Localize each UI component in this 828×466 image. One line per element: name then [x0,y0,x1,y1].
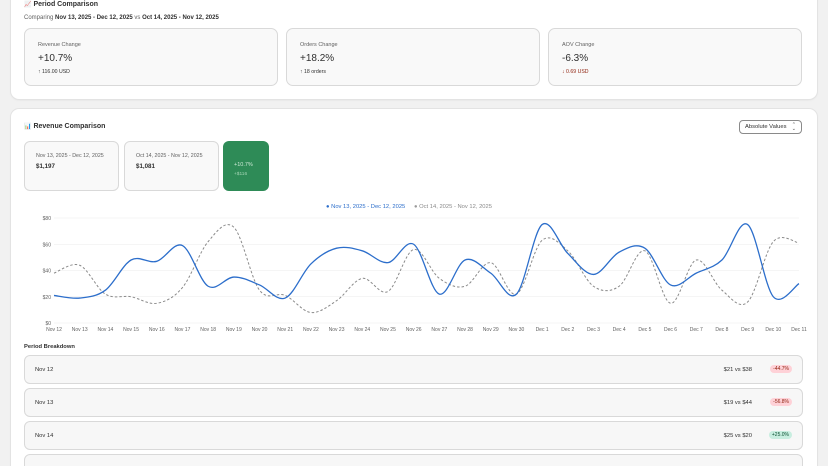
comparison-subtitle: Comparing Nov 13, 2025 - Dec 12, 2025 vs… [24,15,219,21]
x-tick-label: Dec 7 [690,327,703,333]
x-tick-label: Nov 15 [123,327,139,333]
metric-label: Orders Change [300,42,338,48]
metric-detail: ↑ 116.00 USD [38,69,70,75]
x-tick-label: Nov 25 [380,327,396,333]
x-tick-label: Nov 27 [431,327,447,333]
change-badge: -56.8% [770,398,792,406]
y-tick-label: $80 [43,216,52,222]
x-tick-label: Nov 28 [457,327,473,333]
arrow-up-icon: ↑ [300,69,303,75]
x-tick-label: Dec 9 [741,327,754,333]
metric-detail: ↑ 18 orders [300,69,326,75]
x-tick-label: Nov 14 [97,327,113,333]
series-line-current [53,222,800,300]
revenue-line-chart: $0$20$40$60$80Nov 12 Nov 13 Nov 14 Nov 15 No… [43,216,807,333]
x-tick-label: Dec 4 [613,327,626,333]
x-tick-label: Dec 11 [791,327,807,333]
metric-value: +10.7% [38,53,73,64]
chart-increasing-icon: 📈 [24,2,32,8]
revenue-comparison-card: 📊 Revenue Comparison Absolute Values ⌃ ⌄ … [11,109,817,466]
y-tick-label: $40 [43,269,52,275]
x-tick-label: Nov 17 [175,327,191,333]
breakdown-row[interactable]: Nov 13 $19 vs $44 -56.8% [24,388,803,417]
metric-value: -6.3% [562,53,589,64]
x-tick-label: Nov 29 [483,327,499,333]
x-tick-label: Nov 23 [329,327,345,333]
breakdown-row[interactable]: Nov 14 $25 vs $20 +25.0% [24,421,803,450]
arrow-down-icon: ↓ [562,69,565,75]
x-tick-label: Nov 24 [354,327,370,333]
x-tick-label: Dec 10 [765,327,781,333]
period-comparison-card: 📈 Period Comparison Comparing Nov 13, 20… [11,0,817,99]
x-tick-label: Dec 8 [715,327,728,333]
revenue-change-card: Revenue Change +10.7% ↑ 116.00 USD [24,28,278,86]
breakdown-row[interactable]: Nov 12 $21 vs $38 -44.7% [24,355,803,384]
x-tick-label: Nov 20 [252,327,268,333]
period-comparison-title: 📈 Period Comparison [24,1,99,8]
x-tick-label: Dec 5 [638,327,651,333]
x-tick-label: Dec 1 [536,327,549,333]
x-tick-label: Nov 12 [46,327,62,333]
breakdown-row[interactable] [24,454,803,466]
arrow-up-icon: ↑ [38,69,41,75]
x-tick-label: Nov 22 [303,327,319,333]
metric-detail: ↓ 0.69 USD [562,69,589,75]
breakdown-title: Period Breakdown [24,344,75,350]
metric-value: +18.2% [300,53,335,64]
x-tick-label: Nov 13 [72,327,88,333]
aov-change-card: AOV Change -6.3% ↓ 0.69 USD [548,28,802,86]
y-tick-label: $20 [43,295,52,301]
x-tick-label: Nov 19 [226,327,242,333]
x-tick-label: Dec 2 [561,327,574,333]
change-badge: -44.7% [770,365,792,373]
orders-change-card: Orders Change +18.2% ↑ 18 orders [286,28,540,86]
x-tick-label: Nov 30 [508,327,524,333]
x-tick-label: Dec 6 [664,327,677,333]
metric-label: AOV Change [562,42,595,48]
y-tick-label: $60 [43,242,52,248]
x-tick-label: Nov 18 [200,327,216,333]
x-tick-label: Nov 16 [149,327,165,333]
x-tick-label: Dec 3 [587,327,600,333]
change-badge: +25.0% [768,431,792,439]
x-tick-label: Nov 21 [277,327,293,333]
x-tick-label: Nov 26 [406,327,422,333]
metric-label: Revenue Change [38,42,81,48]
